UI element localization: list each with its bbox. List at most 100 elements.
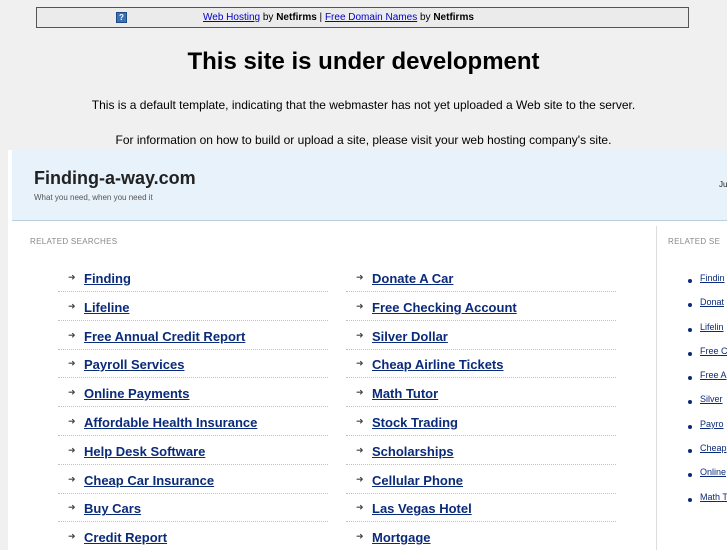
related-link[interactable]: Donate A Car — [372, 271, 453, 286]
arrow-icon: ➜ — [68, 415, 76, 426]
site-tagline: What you need, when you need it — [34, 193, 153, 202]
list-item: Findin — [678, 270, 727, 294]
list-item: Silver — [678, 391, 727, 415]
related-link[interactable]: Online Payments — [84, 386, 189, 401]
list-item: ➜ Finding — [58, 264, 328, 292]
related-link[interactable]: Mortgage — [372, 530, 431, 545]
list-item: ➜ Las Vegas Hotel — [346, 494, 616, 523]
sidebar-related-list: Findin Donat Lifelin Free C Free A Silve… — [678, 270, 727, 513]
related-link[interactable]: Buy Cars — [84, 501, 141, 516]
bullet-icon — [688, 424, 692, 429]
banner-brand-1: Netfirms — [276, 12, 317, 23]
list-item: ➜ Stock Trading — [346, 408, 616, 436]
notice-line-2: For information on how to build or uploa… — [115, 133, 612, 147]
arrow-icon: ➜ — [68, 502, 76, 513]
banner-separator: | — [316, 12, 325, 23]
bullet-icon — [688, 351, 692, 356]
sidebar-link[interactable]: Math T — [700, 492, 727, 502]
sidebar-link[interactable]: Payro — [700, 419, 724, 429]
list-item: Cheap — [678, 440, 727, 464]
related-link[interactable]: Affordable Health Insurance — [84, 415, 257, 430]
list-item: ➜ Math Tutor — [346, 379, 616, 408]
related-link[interactable]: Cheap Car Insurance — [84, 473, 214, 488]
list-item: ➜ Online Payments — [58, 379, 328, 408]
list-item: ➜ Buy Cars — [58, 494, 328, 523]
related-link[interactable]: Free Annual Credit Report — [84, 329, 245, 344]
arrow-icon: ➜ — [356, 415, 364, 426]
sidebar-link[interactable]: Findin — [700, 273, 725, 283]
list-item: ➜ Cheap Car Insurance — [58, 466, 328, 494]
related-link[interactable]: Credit Report — [84, 530, 167, 545]
related-link[interactable]: Cheap Airline Tickets — [372, 357, 504, 372]
related-link[interactable]: Silver Dollar — [372, 329, 448, 344]
related-link[interactable]: Help Desk Software — [84, 444, 205, 459]
banner-brand-2: Netfirms — [433, 12, 474, 23]
arrow-icon: ➜ — [68, 531, 76, 542]
list-item: Lifelin — [678, 319, 727, 343]
list-item: ➜ Help Desk Software — [58, 437, 328, 465]
list-item: Free A — [678, 367, 727, 391]
related-links-column-2: ➜ Donate A Car ➜ Free Checking Account ➜ Si… — [346, 264, 616, 550]
bullet-icon — [688, 327, 692, 332]
related-links-column-1: ➜ Finding ➜ Lifeline ➜ Free Annual Credit R… — [58, 264, 328, 550]
arrow-icon: ➜ — [68, 387, 76, 398]
bullet-icon — [688, 497, 692, 502]
bullet-icon — [688, 449, 692, 454]
related-link[interactable]: Stock Trading — [372, 415, 458, 430]
list-item: Math T — [678, 489, 727, 513]
help-icon[interactable]: ? — [116, 12, 127, 23]
arrow-icon: ➜ — [68, 272, 76, 282]
bullet-icon — [688, 400, 692, 405]
arrow-icon: ➜ — [68, 358, 76, 369]
bullet-icon — [688, 376, 692, 381]
banner-by-2: by — [417, 12, 434, 23]
related-link[interactable]: Scholarships — [372, 444, 454, 459]
related-link[interactable]: Cellular Phone — [372, 473, 463, 488]
related-link[interactable]: Finding — [84, 271, 131, 286]
related-link[interactable]: Las Vegas Hotel — [372, 501, 472, 516]
sidebar-link[interactable]: Free A — [700, 370, 727, 380]
arrow-icon: ➜ — [356, 300, 364, 311]
list-item: Donat — [678, 294, 727, 318]
arrow-icon: ➜ — [356, 329, 364, 340]
arrow-icon: ➜ — [68, 473, 76, 484]
arrow-icon: ➜ — [68, 329, 76, 340]
arrow-icon: ➜ — [356, 358, 364, 369]
list-item: ➜ Affordable Health Insurance — [58, 408, 328, 436]
related-link[interactable]: Payroll Services — [84, 357, 184, 372]
list-item: ➜ Lifeline — [58, 293, 328, 321]
list-item: Online — [678, 464, 727, 488]
sidebar-link[interactable]: Online — [700, 467, 726, 477]
related-link[interactable]: Lifeline — [84, 300, 130, 315]
list-item: ➜ Payroll Services — [58, 350, 328, 379]
related-link[interactable]: Free Checking Account — [372, 300, 517, 315]
related-link[interactable]: Math Tutor — [372, 386, 438, 401]
column-divider — [656, 226, 657, 550]
sidebar-link[interactable]: Free C — [700, 346, 727, 356]
sidebar-link[interactable]: Silver — [700, 394, 723, 404]
page-title: This site is under development — [187, 48, 540, 75]
banner-by-1: by — [260, 12, 277, 23]
arrow-icon: ➜ — [356, 272, 364, 282]
arrow-icon: ➜ — [356, 387, 364, 398]
site-header: Finding-a-way.com What you need, when yo… — [12, 150, 727, 221]
arrow-icon: ➜ — [68, 444, 76, 455]
list-item: ➜ Scholarships — [346, 437, 616, 465]
web-hosting-link[interactable]: Web Hosting — [203, 12, 260, 23]
list-item: ➜ Cheap Airline Tickets — [346, 350, 616, 379]
arrow-icon: ➜ — [356, 444, 364, 455]
header-right-text: Ju — [719, 180, 727, 189]
notice-line-1: This is a default template, indicating t… — [91, 98, 636, 112]
list-item: ➜ Credit Report — [58, 523, 328, 550]
site-name: Finding-a-way.com — [34, 168, 196, 188]
free-domain-names-link[interactable]: Free Domain Names — [325, 12, 417, 23]
sidebar-link[interactable]: Donat — [700, 297, 724, 307]
list-item: ➜ Silver Dollar — [346, 322, 616, 350]
arrow-icon: ➜ — [356, 502, 364, 513]
list-item: ➜ Free Checking Account — [346, 293, 616, 321]
sidebar-link[interactable]: Lifelin — [700, 322, 724, 332]
arrow-icon: ➜ — [356, 531, 364, 542]
sidebar-link[interactable]: Cheap — [700, 443, 727, 453]
hosting-banner: ? Web Hosting by Netfirms | Free Domain … — [36, 7, 689, 28]
list-item: Payro — [678, 416, 727, 440]
